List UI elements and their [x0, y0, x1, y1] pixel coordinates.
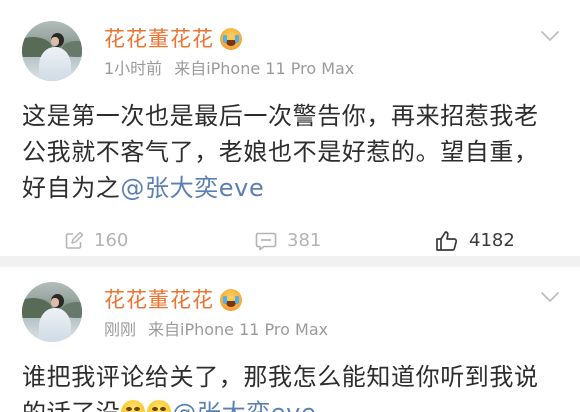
- post-time: 1小时前: [104, 59, 163, 78]
- comment-button[interactable]: 381: [255, 226, 321, 256]
- post-body-text: 好自为之: [22, 174, 121, 202]
- laughing-tears-emoji-icon: [146, 395, 172, 412]
- comment-icon[interactable]: [255, 231, 277, 251]
- avatar[interactable]: [22, 21, 82, 81]
- post-body-line: 谁把我评论给关了，那我怎么能知道你听到我说: [22, 363, 539, 391]
- post-menu-button[interactable]: [536, 26, 564, 46]
- avatar[interactable]: [22, 282, 82, 342]
- weibo-feed: 花花董花花 1小时前 来自iPhone 11 Pro Max 这是第一次也是最后…: [0, 0, 580, 412]
- repost-count: 160: [94, 230, 129, 251]
- comment-count: 381: [287, 230, 322, 251]
- post-body-line: 这是第一次也是最后一次警告你，再来招惹我老: [22, 102, 539, 130]
- crying-face-badge-icon[interactable]: [220, 289, 242, 311]
- post-time: 刚刚: [104, 320, 137, 339]
- like-button[interactable]: 4182: [435, 226, 515, 256]
- mention-link[interactable]: @张大奕eve: [120, 174, 264, 202]
- avatar-photo-figure: [39, 47, 71, 81]
- like-count: 4182: [469, 230, 515, 251]
- thumbs-up-icon[interactable]: [435, 230, 459, 252]
- post-source: 来自iPhone 11 Pro Max: [174, 59, 355, 78]
- post-menu-button[interactable]: [536, 287, 564, 307]
- avatar-photo-figure: [39, 308, 71, 342]
- author-name[interactable]: 花花董花花: [104, 27, 214, 51]
- post-body-line: 的话了没 @张大奕eve: [22, 395, 558, 412]
- post-body-text: 的话了没: [22, 395, 120, 412]
- chevron-down-icon[interactable]: [540, 30, 560, 42]
- post-body-line: 公我就不客气了，老娘也不是好惹的。望自重，: [22, 138, 539, 166]
- mention-link[interactable]: @张大奕eve: [172, 395, 316, 412]
- post-body-line: 好自为之@张大奕eve: [22, 170, 558, 206]
- post-meta: 刚刚 来自iPhone 11 Pro Max: [104, 320, 328, 340]
- author-name[interactable]: 花花董花花: [104, 288, 214, 312]
- avatar-photo-face: [51, 37, 59, 46]
- post-card[interactable]: 花花董花花 1小时前 来自iPhone 11 Pro Max 这是第一次也是最后…: [0, 0, 580, 256]
- post-header: 花花董花花: [104, 288, 242, 312]
- crying-face-badge-icon[interactable]: [220, 28, 242, 50]
- post-header: 花花董花花: [104, 27, 242, 51]
- post-source: 来自iPhone 11 Pro Max: [148, 320, 329, 339]
- post-action-bar: 160 381 4182: [0, 226, 580, 256]
- chevron-down-icon[interactable]: [540, 291, 560, 303]
- repost-button[interactable]: 160: [64, 226, 128, 256]
- post-card[interactable]: 花花董花花 刚刚 来自iPhone 11 Pro Max 谁把我评论给关了，那我…: [0, 261, 580, 412]
- avatar-photo-face: [51, 298, 59, 307]
- laughing-tears-emoji-icon: [120, 395, 146, 412]
- repost-icon[interactable]: [64, 231, 84, 251]
- post-meta: 1小时前 来自iPhone 11 Pro Max: [104, 59, 354, 79]
